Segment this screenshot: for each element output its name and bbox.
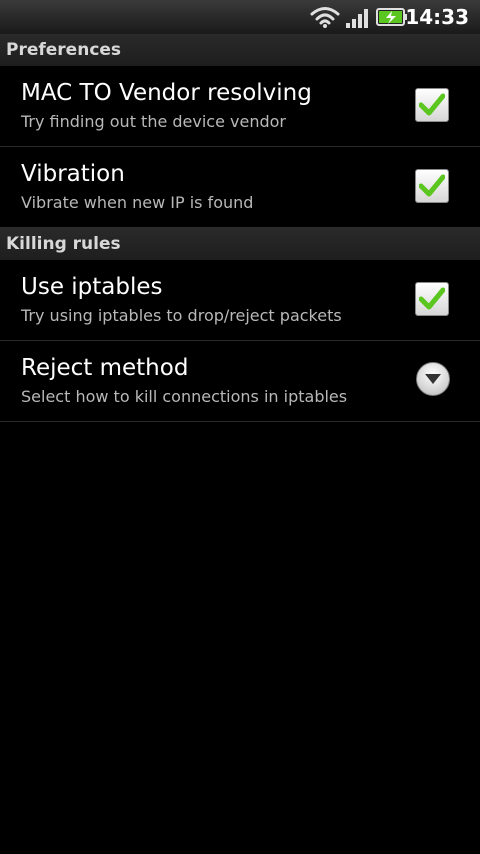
pref-reject-method[interactable]: Reject method Select how to kill connect… bbox=[0, 341, 480, 422]
checkmark-icon bbox=[419, 174, 445, 197]
pref-title: MAC TO Vendor resolving bbox=[21, 80, 312, 106]
pref-use-iptables[interactable]: Use iptables Try using iptables to drop/… bbox=[0, 260, 480, 341]
mac-vendor-checkbox[interactable] bbox=[415, 88, 449, 122]
battery-charging-icon bbox=[376, 8, 407, 26]
status-clock: 14:33 bbox=[405, 5, 469, 29]
preferences-screen: 14:33 Preferences MAC TO Vendor resolvin… bbox=[0, 0, 480, 854]
section-header-killing-rules: Killing rules bbox=[0, 228, 480, 260]
use-iptables-checkbox[interactable] bbox=[415, 282, 449, 316]
pref-summary: Try finding out the device vendor bbox=[21, 112, 287, 131]
pref-summary: Vibrate when new IP is found bbox=[21, 193, 254, 212]
wifi-icon bbox=[310, 7, 340, 28]
pref-mac-vendor-resolving[interactable]: MAC TO Vendor resolving Try finding out … bbox=[0, 66, 480, 147]
status-bar: 14:33 bbox=[0, 0, 480, 35]
chevron-down-icon bbox=[425, 374, 441, 384]
checkmark-icon bbox=[419, 287, 445, 310]
pref-title: Reject method bbox=[21, 355, 189, 381]
reject-method-dropdown-button[interactable] bbox=[416, 362, 450, 396]
pref-vibration[interactable]: Vibration Vibrate when new IP is found bbox=[0, 147, 480, 228]
pref-title: Use iptables bbox=[21, 274, 163, 300]
signal-icon bbox=[346, 9, 368, 28]
checkmark-icon bbox=[419, 93, 445, 116]
section-header-preferences: Preferences bbox=[0, 34, 480, 66]
vibration-checkbox[interactable] bbox=[415, 169, 449, 203]
pref-summary: Select how to kill connections in iptabl… bbox=[21, 387, 348, 406]
pref-title: Vibration bbox=[21, 161, 125, 187]
pref-summary: Try using iptables to drop/reject packet… bbox=[21, 306, 342, 325]
